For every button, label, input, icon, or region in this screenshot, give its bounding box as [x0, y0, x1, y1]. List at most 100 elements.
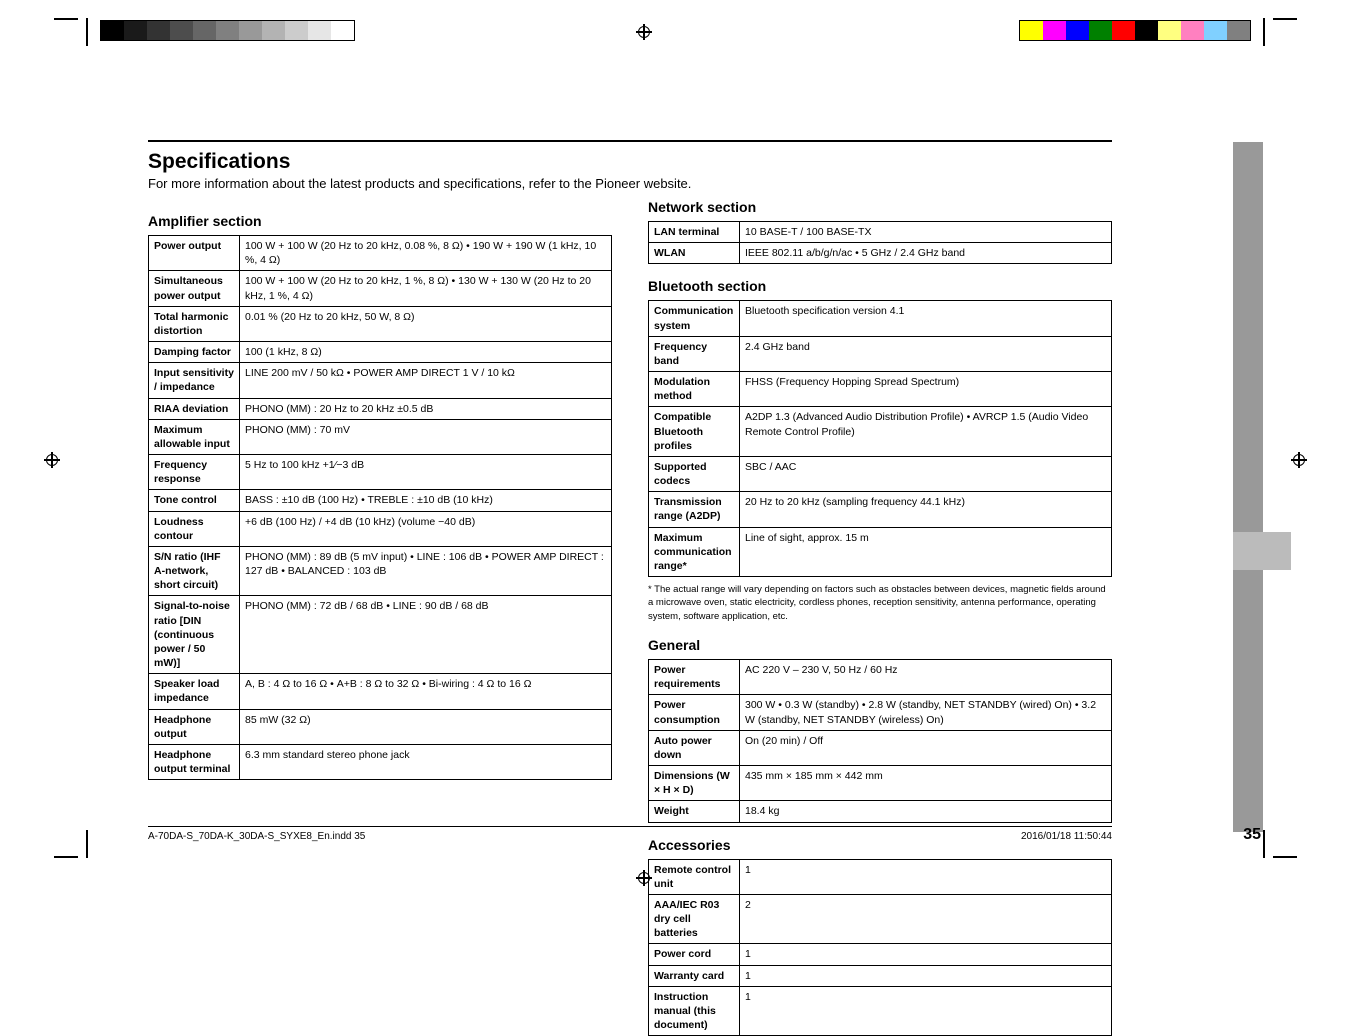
table-row: Auto power downOn (20 min) / Off — [649, 730, 1112, 765]
table-row: Power consumption300 W • 0.3 W (standby)… — [649, 695, 1112, 730]
table-row: RIAA deviationPHONO (MM) : 20 Hz to 20 k… — [149, 398, 612, 419]
spec-value: Line of sight, approx. 15 m — [740, 527, 1112, 577]
table-row: Compatible Bluetooth profilesA2DP 1.3 (A… — [649, 407, 1112, 457]
spec-key: Signal-to-noise ratio [DIN (continuous p… — [149, 596, 240, 674]
spec-key: AAA/IEC R03 dry cell batteries — [649, 894, 740, 944]
spec-key: Loudness contour — [149, 511, 240, 546]
spec-key: S/N ratio (IHF A-network, short circuit) — [149, 546, 240, 596]
spec-value: 18.4 kg — [740, 801, 1112, 822]
spec-key: Compatible Bluetooth profiles — [649, 407, 740, 457]
spec-key: Power cord — [649, 944, 740, 965]
table-row: Transmission range (A2DP)20 Hz to 20 kHz… — [649, 492, 1112, 527]
spec-value: 10 BASE-T / 100 BASE-TX — [740, 222, 1112, 243]
color-bar — [1019, 20, 1251, 41]
spec-key: Auto power down — [649, 730, 740, 765]
spec-value: On (20 min) / Off — [740, 730, 1112, 765]
table-row: Headphone output terminal6.3 mm standard… — [149, 744, 612, 779]
spec-key: Total harmonic distortion — [149, 306, 240, 341]
spec-value: 1 — [740, 944, 1112, 965]
table-row: Supported codecsSBC / AAC — [649, 456, 1112, 491]
table-row: WLANIEEE 802.11 a/b/g/n/ac • 5 GHz / 2.4… — [649, 243, 1112, 264]
spec-value: 100 W + 100 W (20 Hz to 20 kHz, 1 %, 8 Ω… — [240, 271, 612, 306]
net-heading: Network section — [648, 199, 1112, 215]
table-row: Maximum allowable inputPHONO (MM) : 70 m… — [149, 419, 612, 454]
amp-heading: Amplifier section — [148, 213, 612, 229]
spec-value: A2DP 1.3 (Advanced Audio Distribution Pr… — [740, 407, 1112, 457]
page-edge-tab — [1233, 142, 1263, 832]
spec-key: Power requirements — [649, 659, 740, 694]
spec-key: Communication system — [649, 301, 740, 336]
table-row: Power requirementsAC 220 V – 230 V, 50 H… — [649, 659, 1112, 694]
spec-value: LINE 200 mV / 50 kΩ • POWER AMP DIRECT 1… — [240, 363, 612, 398]
spec-value: 1 — [740, 986, 1112, 1036]
spec-value: PHONO (MM) : 89 dB (5 mV input) • LINE :… — [240, 546, 612, 596]
spec-key: Frequency response — [149, 455, 240, 490]
spec-value: 85 mW (32 Ω) — [240, 709, 612, 744]
page-subtitle: For more information about the latest pr… — [148, 176, 1112, 191]
spec-value: 5 Hz to 100 kHz +1⁄−3 dB — [240, 455, 612, 490]
spec-key: Warranty card — [649, 965, 740, 986]
table-row: Simultaneous power output100 W + 100 W (… — [149, 271, 612, 306]
content-area: Specifications For more information abou… — [148, 140, 1112, 1036]
chapter-tab — [1233, 532, 1291, 570]
gen-table: Power requirementsAC 220 V – 230 V, 50 H… — [648, 659, 1112, 823]
table-row: Input sensitivity / impedanceLINE 200 mV… — [149, 363, 612, 398]
table-row: AAA/IEC R03 dry cell batteries2 — [649, 894, 1112, 944]
spec-value: 1 — [740, 965, 1112, 986]
spec-value: A, B : 4 Ω to 16 Ω • A+B : 8 Ω to 32 Ω •… — [240, 674, 612, 709]
acc-table: Remote control unit1AAA/IEC R03 dry cell… — [648, 859, 1112, 1036]
spec-key: Headphone output — [149, 709, 240, 744]
spec-key: Maximum allowable input — [149, 419, 240, 454]
registration-icon — [44, 452, 60, 468]
spec-key: Damping factor — [149, 342, 240, 363]
bt-table: Communication systemBluetooth specificat… — [648, 300, 1112, 577]
registration-icon — [636, 24, 652, 40]
spec-value: PHONO (MM) : 72 dB / 68 dB • LINE : 90 d… — [240, 596, 612, 674]
table-row: Power output100 W + 100 W (20 Hz to 20 k… — [149, 236, 612, 271]
spec-key: Frequency band — [649, 336, 740, 371]
spec-value: Bluetooth specification version 4.1 — [740, 301, 1112, 336]
spec-value: PHONO (MM) : 20 Hz to 20 kHz ±0.5 dB — [240, 398, 612, 419]
spec-value: 6.3 mm standard stereo phone jack — [240, 744, 612, 779]
amp-table: Power output100 W + 100 W (20 Hz to 20 k… — [148, 235, 612, 780]
spec-value: 0.01 % (20 Hz to 20 kHz, 50 W, 8 Ω) — [240, 306, 612, 341]
spec-value: 100 (1 kHz, 8 Ω) — [240, 342, 612, 363]
spec-value: 300 W • 0.3 W (standby) • 2.8 W (standby… — [740, 695, 1112, 730]
spec-value: +6 dB (100 Hz) / +4 dB (10 kHz) (volume … — [240, 511, 612, 546]
spec-key: RIAA deviation — [149, 398, 240, 419]
table-row: Warranty card1 — [649, 965, 1112, 986]
table-row: Headphone output85 mW (32 Ω) — [149, 709, 612, 744]
table-row: Damping factor100 (1 kHz, 8 Ω) — [149, 342, 612, 363]
spec-value: 2 — [740, 894, 1112, 944]
spec-key: Remote control unit — [649, 859, 740, 894]
spec-value: 20 Hz to 20 kHz (sampling frequency 44.1… — [740, 492, 1112, 527]
table-row: S/N ratio (IHF A-network, short circuit)… — [149, 546, 612, 596]
spec-key: Speaker load impedance — [149, 674, 240, 709]
table-row: Frequency band2.4 GHz band — [649, 336, 1112, 371]
table-row: Power cord1 — [649, 944, 1112, 965]
spec-key: Simultaneous power output — [149, 271, 240, 306]
spec-key: Power consumption — [649, 695, 740, 730]
table-row: Maximum communication range*Line of sigh… — [649, 527, 1112, 577]
spec-key: Modulation method — [649, 372, 740, 407]
spec-value: PHONO (MM) : 70 mV — [240, 419, 612, 454]
spec-key: Weight — [649, 801, 740, 822]
net-table: LAN terminal10 BASE-T / 100 BASE-TXWLANI… — [648, 221, 1112, 264]
registration-icon — [1291, 452, 1307, 468]
spec-value: 435 mm × 185 mm × 442 mm — [740, 766, 1112, 801]
spec-value: SBC / AAC — [740, 456, 1112, 491]
spec-value: BASS : ±10 dB (100 Hz) • TREBLE : ±10 dB… — [240, 490, 612, 511]
spec-key: Supported codecs — [649, 456, 740, 491]
spec-key: Headphone output terminal — [149, 744, 240, 779]
spec-key: Tone control — [149, 490, 240, 511]
spec-key: Input sensitivity / impedance — [149, 363, 240, 398]
spec-value: 1 — [740, 859, 1112, 894]
table-row: LAN terminal10 BASE-T / 100 BASE-TX — [649, 222, 1112, 243]
footer-right: 2016/01/18 11:50:44 — [1021, 831, 1112, 842]
spec-key: Instruction manual (this document) — [649, 986, 740, 1036]
spec-value: 100 W + 100 W (20 Hz to 20 kHz, 0.08 %, … — [240, 236, 612, 271]
table-row: Modulation methodFHSS (Frequency Hopping… — [649, 372, 1112, 407]
spec-key: Dimensions (W × H × D) — [649, 766, 740, 801]
page-number: 35 — [1243, 826, 1261, 844]
table-row: Remote control unit1 — [649, 859, 1112, 894]
